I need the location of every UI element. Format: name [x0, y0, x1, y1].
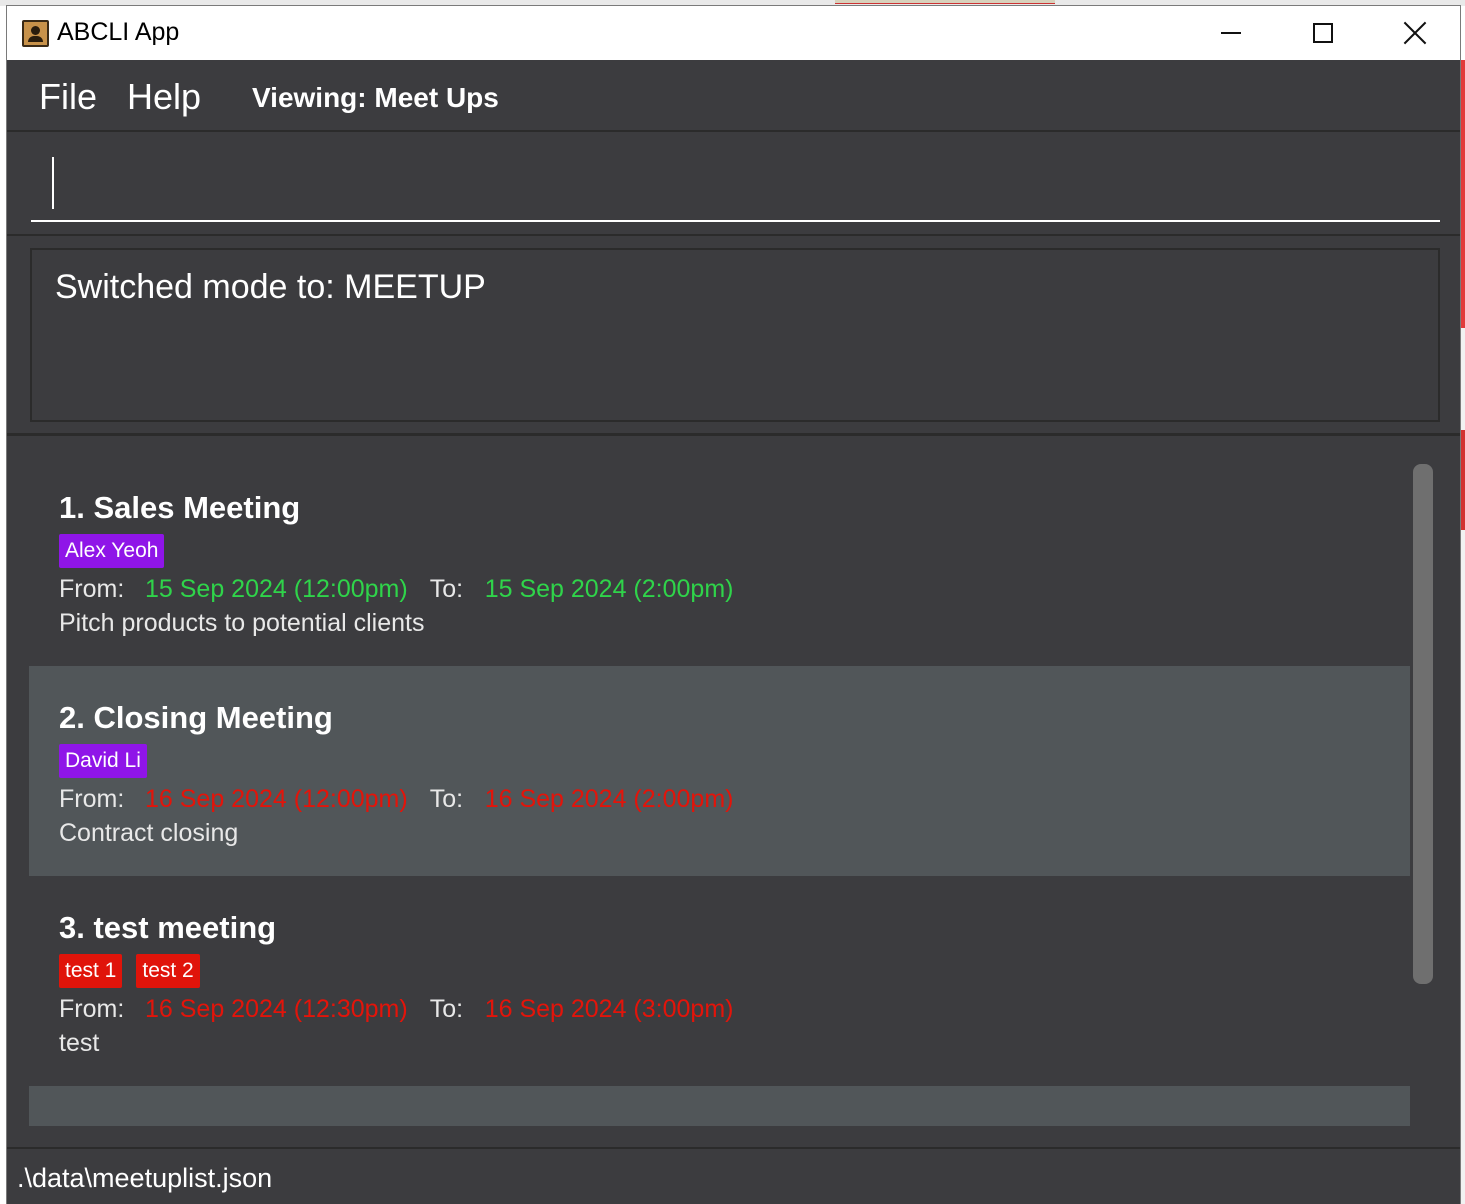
from-label: From:	[59, 995, 125, 1023]
from-datetime: 16 Sep 2024 (12:00pm)	[145, 785, 408, 813]
tag-badge: test 2	[136, 954, 200, 988]
meetup-card[interactable]: 3. test meeting test 1 test 2 From: 16 Se…	[29, 876, 1410, 1086]
close-icon	[1403, 21, 1427, 45]
meetup-time-row: From: 16 Sep 2024 (12:00pm) To: 16 Sep 2024…	[59, 782, 1410, 816]
view-mode-label: Viewing: Meet Ups	[252, 82, 499, 113]
app-window: ABCLI App File Help Viewing: Meet Ups Sw…	[6, 5, 1461, 1204]
meetup-description: Pitch products to potential clients	[59, 609, 425, 637]
meetup-time-row: From: 16 Sep 2024 (12:30pm) To: 16 Sep 2024…	[59, 992, 1410, 1026]
minimize-button[interactable]	[1185, 6, 1277, 60]
menu-help[interactable]: Help	[127, 76, 201, 118]
background-window-fragment	[835, 0, 1055, 4]
maximize-icon	[1313, 23, 1333, 43]
meetup-tags: Alex Yeoh	[59, 534, 1410, 570]
to-datetime: 15 Sep 2024 (2:00pm)	[484, 575, 734, 603]
from-datetime: 15 Sep 2024 (12:00pm)	[145, 575, 408, 603]
to-label: To:	[429, 995, 464, 1023]
contact-tag: Alex Yeoh	[59, 534, 165, 568]
meetup-list[interactable]: 1. Sales Meeting Alex Yeoh From: 15 Sep 2…	[29, 456, 1410, 1126]
window-title: ABCLI App	[57, 18, 180, 46]
meetup-title: 3. test meeting	[59, 910, 277, 945]
to-datetime: 16 Sep 2024 (3:00pm)	[484, 995, 734, 1023]
save-file-path: .\data\meetuplist.json	[17, 1163, 273, 1193]
from-label: From:	[59, 785, 125, 813]
menu-bar: File Help Viewing: Meet Ups	[7, 60, 1460, 132]
meetup-tags: test 1 test 2	[59, 954, 1410, 990]
command-box-panel	[7, 132, 1460, 236]
to-label: To:	[429, 785, 464, 813]
to-label: To:	[429, 575, 464, 603]
close-button[interactable]	[1369, 6, 1461, 60]
meetup-list-panel: 1. Sales Meeting Alex Yeoh From: 15 Sep 2…	[7, 436, 1460, 1147]
result-display-panel: Switched mode to: MEETUP	[7, 236, 1460, 436]
from-label: From:	[59, 575, 125, 603]
minimize-icon	[1221, 32, 1241, 34]
menu-file[interactable]: File	[39, 76, 97, 118]
meetup-card[interactable]: 1. Sales Meeting Alex Yeoh From: 15 Sep 2…	[29, 456, 1410, 666]
status-bar: .\data\meetuplist.json	[7, 1147, 1460, 1204]
meetup-tags: David Li	[59, 744, 1410, 780]
meetup-card[interactable]: 2. Closing Meeting David Li From: 16 Sep …	[29, 666, 1410, 876]
address-book-icon	[22, 20, 49, 47]
desktop-background-edge	[1461, 60, 1465, 1204]
meetup-title: 2. Closing Meeting	[59, 700, 333, 735]
result-display: Switched mode to: MEETUP	[30, 248, 1440, 422]
text-caret	[52, 157, 54, 209]
maximize-button[interactable]	[1277, 6, 1369, 60]
result-message: Switched mode to: MEETUP	[55, 268, 486, 306]
to-datetime: 16 Sep 2024 (2:00pm)	[484, 785, 734, 813]
meetup-description: Contract closing	[59, 819, 239, 847]
meetup-time-row: From: 15 Sep 2024 (12:00pm) To: 15 Sep 2024…	[59, 572, 1410, 606]
list-scrollbar[interactable]	[1413, 464, 1433, 984]
meetup-description: test	[59, 1029, 100, 1057]
title-bar[interactable]: ABCLI App	[7, 6, 1460, 60]
contact-tag: David Li	[59, 744, 147, 778]
from-datetime: 16 Sep 2024 (12:30pm)	[145, 995, 408, 1023]
tag-badge: test 1	[59, 954, 123, 988]
meetup-title: 1. Sales Meeting	[59, 490, 301, 525]
meetup-card-partial[interactable]	[29, 1086, 1410, 1126]
command-input[interactable]	[31, 146, 1440, 222]
